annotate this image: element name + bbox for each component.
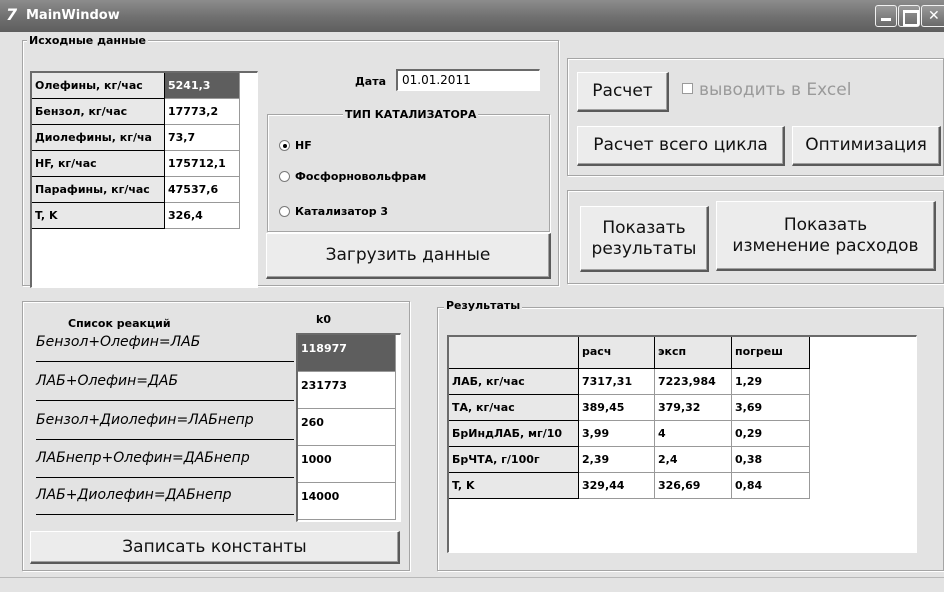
reaction-row: ЛАБ+Олефин=ДАБ [36, 373, 294, 401]
results-col-header: погреш [732, 337, 810, 369]
results-cell[interactable]: 2,39 [579, 447, 655, 473]
input-row-value[interactable]: 73,7 [165, 125, 240, 151]
reaction-row: Бензол+Олефин=ЛАБ [36, 334, 294, 362]
input-row-label: HF, кг/час [32, 151, 165, 177]
results-row-label: ТА, кг/час [449, 395, 579, 421]
full-cycle-button[interactable]: Расчет всего цикла [577, 126, 785, 166]
results-cell[interactable]: 1,29 [732, 369, 810, 395]
input-row-label: Олефины, кг/час [32, 73, 165, 99]
results-cell[interactable]: 7317,31 [579, 369, 655, 395]
results-cell[interactable]: 0,84 [732, 473, 810, 499]
input-data-caption: Исходные данные [27, 34, 149, 47]
input-row-value[interactable]: 175712,1 [165, 151, 240, 177]
results-col-header: расч [579, 337, 655, 369]
calc-button[interactable]: Расчет [577, 72, 669, 112]
optimize-button[interactable]: Оптимизация [792, 126, 941, 166]
minimize-button[interactable] [875, 5, 897, 27]
radio-off-icon [279, 171, 290, 182]
k0-cell[interactable]: 118977 [298, 335, 396, 372]
reactions-list-header: Список реакций [68, 317, 171, 330]
checkbox-box-icon [682, 83, 693, 94]
results-cell[interactable]: 389,45 [579, 395, 655, 421]
qt-app-icon: 7 [6, 5, 18, 24]
results-cell[interactable]: 326,69 [655, 473, 732, 499]
results-row-label: ЛАБ, кг/час [449, 369, 579, 395]
radio-catalyst-phosphotungsten[interactable]: Фосфорновольфрам [279, 170, 426, 183]
reaction-row: ЛАБнепр+Олефин=ДАБнепр [36, 450, 294, 478]
results-corner [449, 337, 579, 369]
input-data-grid: Олефины, кг/час 5241,3 Бензол, кг/час 17… [30, 71, 258, 288]
input-row-label: T, K [32, 203, 165, 229]
window-title: MainWindow [26, 8, 120, 23]
maximize-button[interactable] [898, 5, 920, 27]
results-cell[interactable]: 379,32 [655, 395, 732, 421]
title-bar: 7 MainWindow [0, 0, 944, 32]
input-row-value[interactable]: 47537,6 [165, 177, 240, 203]
radio-on-icon [279, 140, 290, 151]
results-cell[interactable]: 329,44 [579, 473, 655, 499]
k0-cell[interactable]: 14000 [298, 483, 396, 520]
date-field[interactable]: 01.01.2011 [396, 69, 540, 91]
input-row-label: Парафины, кг/час [32, 177, 165, 203]
k0-cell[interactable]: 260 [298, 409, 396, 446]
show-flow-changes-button[interactable]: Показать изменение расходов [716, 201, 936, 271]
results-grid: расч эксп погреш ЛАБ, кг/час 7317,31 722… [447, 335, 917, 553]
show-results-button[interactable]: Показать результаты [580, 206, 709, 272]
results-cell[interactable]: 3,69 [732, 395, 810, 421]
k0-header: k0 [316, 313, 331, 326]
load-data-button[interactable]: Загрузить данные [266, 233, 551, 279]
date-label: Дата [355, 75, 387, 88]
results-cell[interactable]: 0,38 [732, 447, 810, 473]
close-button[interactable] [921, 5, 944, 27]
input-row-value[interactable]: 17773,2 [165, 99, 240, 125]
results-row-label: БрЧТА, г/100г [449, 447, 579, 473]
results-row-label: T, K [449, 473, 579, 499]
input-row-value[interactable]: 5241,3 [165, 73, 240, 99]
results-row-label: БрИндЛАБ, мг/10 [449, 421, 579, 447]
results-cell[interactable]: 2,4 [655, 447, 732, 473]
input-row-label: Диолефины, кг/ча [32, 125, 165, 151]
radio-catalyst-hf[interactable]: HF [279, 139, 312, 152]
save-constants-button[interactable]: Записать константы [30, 531, 400, 564]
results-cell[interactable]: 0,29 [732, 421, 810, 447]
input-row-value[interactable]: 326,4 [165, 203, 240, 229]
results-cell[interactable]: 7223,984 [655, 369, 732, 395]
results-cell[interactable]: 4 [655, 421, 732, 447]
results-col-header: эксп [655, 337, 732, 369]
k0-cell[interactable]: 231773 [298, 372, 396, 409]
radio-off-icon [279, 206, 290, 217]
status-bar [0, 577, 944, 592]
input-row-label: Бензол, кг/час [32, 99, 165, 125]
reaction-row: Бензол+Диолефин=ЛАБнепр [36, 412, 294, 440]
catalyst-caption: ТИП КАТАЛИЗАТОРА [343, 108, 479, 121]
excel-checkbox[interactable]: выводить в Excel [682, 80, 851, 100]
reaction-row: ЛАБ+Диолефин=ДАБнепр [36, 487, 294, 515]
radio-catalyst-3[interactable]: Катализатор 3 [279, 205, 388, 218]
k0-grid: 118977 231773 260 1000 14000 [296, 333, 401, 522]
results-cell[interactable]: 3,99 [579, 421, 655, 447]
k0-cell[interactable]: 1000 [298, 446, 396, 483]
results-caption: Результаты [444, 299, 523, 312]
